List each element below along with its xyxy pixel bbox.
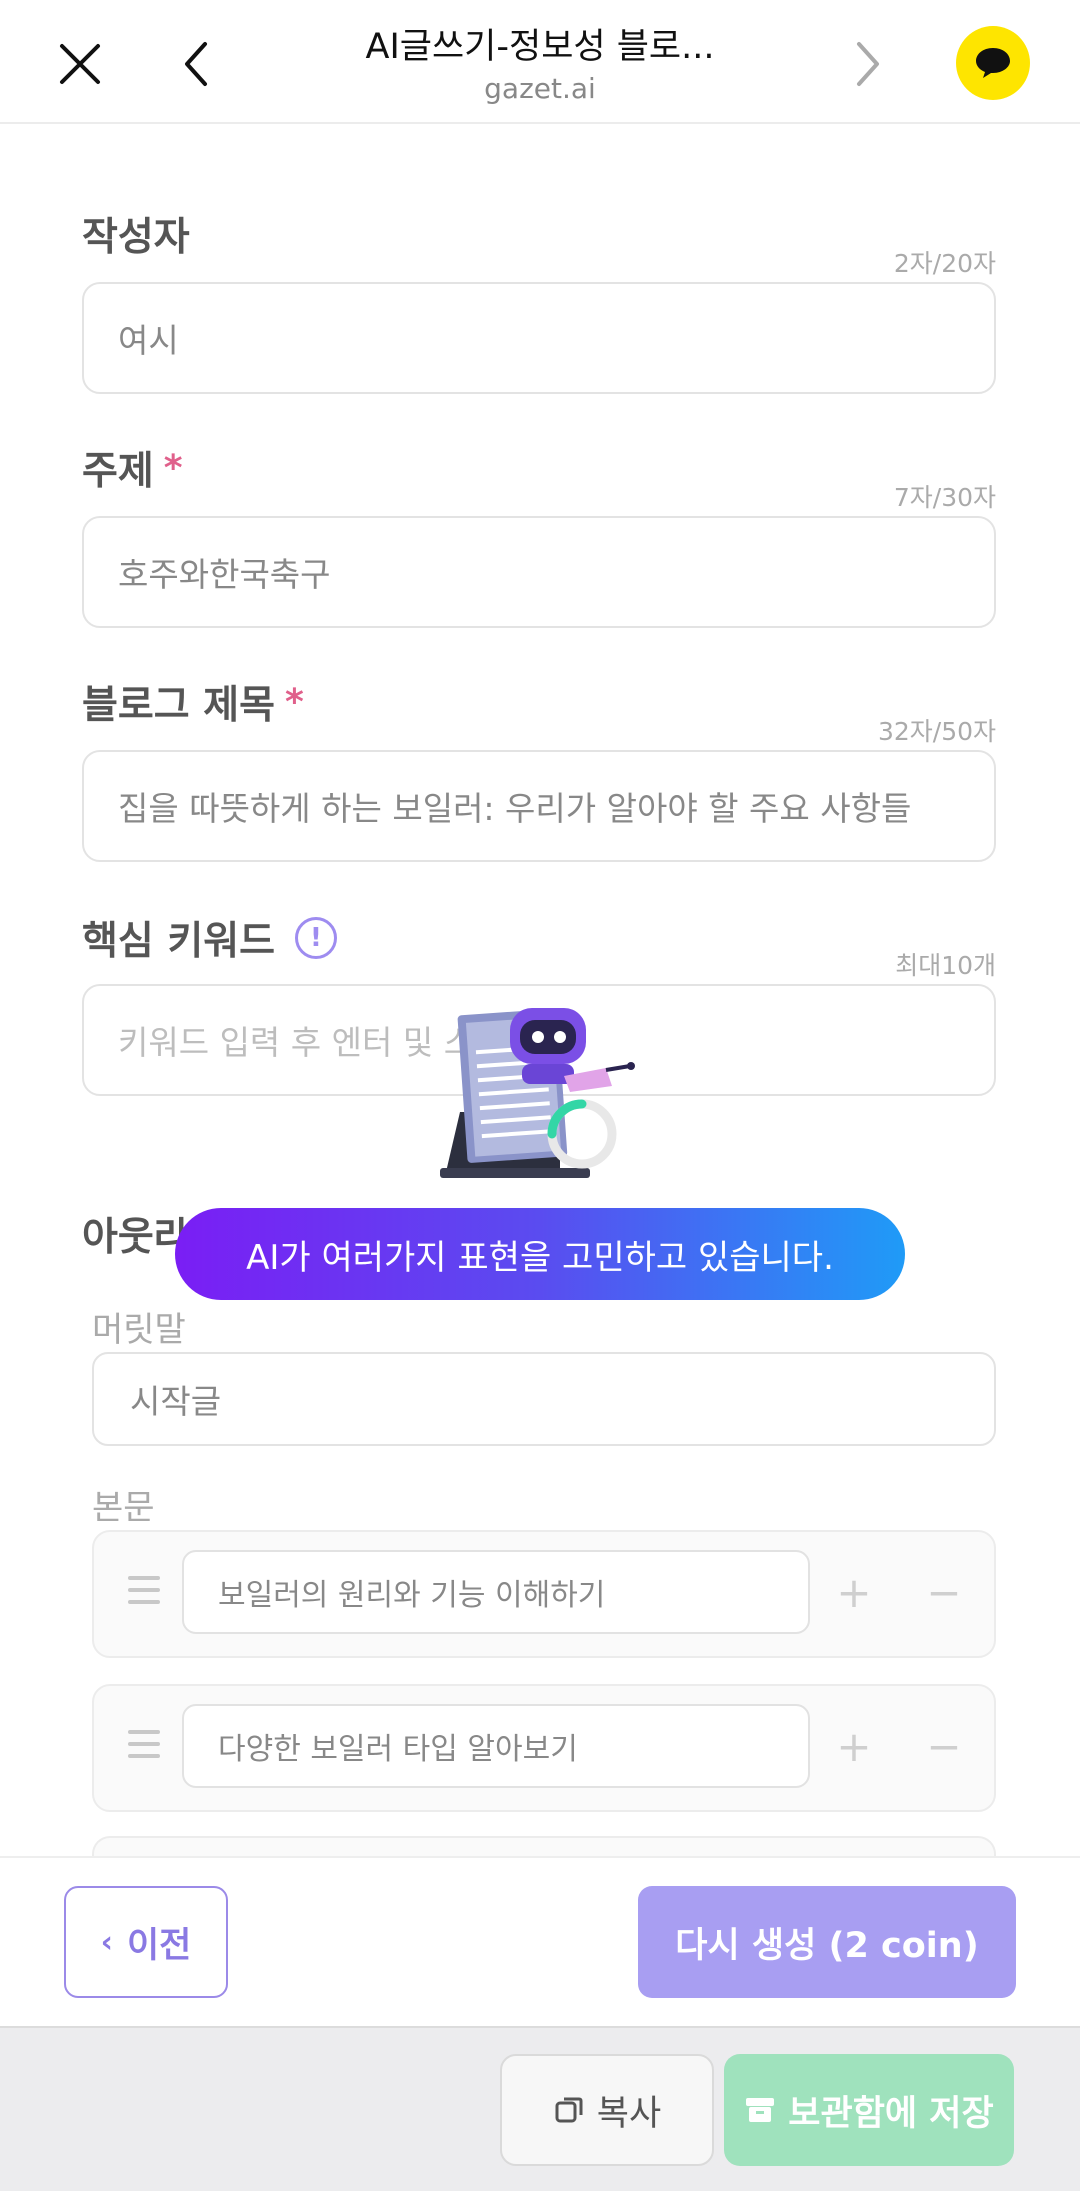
close-button[interactable] bbox=[44, 28, 116, 100]
form-nav-bar: ‹ 이전 다시 생성 (2 coin) bbox=[0, 1856, 1080, 2026]
loading-message: AI가 여러가지 표현을 고민하고 있습니다. bbox=[175, 1208, 905, 1300]
body-item-input[interactable]: 보일러의 원리와 기능 이해하기 bbox=[182, 1550, 810, 1634]
topic-input[interactable]: 호주와한국축구 bbox=[82, 516, 996, 628]
body-item-card: 보일러의 원리와 기능 이해하기 + − bbox=[92, 1530, 996, 1658]
back-button[interactable] bbox=[160, 28, 232, 100]
chevron-left-icon: ‹ bbox=[100, 1924, 113, 1960]
kakao-chat-button[interactable] bbox=[956, 26, 1030, 100]
ai-robot-writing-illustration bbox=[440, 1008, 635, 1178]
add-item-button[interactable]: + bbox=[824, 1562, 884, 1622]
drag-handle-icon[interactable] bbox=[128, 1730, 160, 1758]
browser-title: AI글쓰기-정보성 블로... bbox=[365, 27, 715, 67]
save-button-label: 보관함에 저장 bbox=[788, 2093, 994, 2134]
action-bar: 복사 보관함에 저장 bbox=[0, 2026, 1080, 2191]
browser-url: gazet.ai bbox=[484, 72, 596, 105]
author-input[interactable]: 여시 bbox=[82, 282, 996, 394]
drag-handle-icon[interactable] bbox=[128, 1576, 160, 1604]
body-item-card: 다양한 보일러 타입 알아보기 + − bbox=[92, 1684, 996, 1812]
remove-item-button[interactable]: − bbox=[914, 1716, 974, 1776]
info-icon[interactable]: ! bbox=[294, 917, 337, 959]
prev-button-label: 이전 bbox=[126, 1925, 192, 1966]
required-mark: * bbox=[284, 681, 304, 723]
intro-label: 머릿말 bbox=[92, 1310, 186, 1350]
intro-input[interactable]: 시작글 bbox=[92, 1352, 996, 1446]
regenerate-button[interactable]: 다시 생성 (2 coin) bbox=[638, 1886, 1016, 1998]
keywords-counter: 최대10개 bbox=[895, 951, 996, 980]
required-mark: * bbox=[163, 447, 183, 489]
chat-bubble-icon bbox=[976, 48, 1010, 78]
archive-box-icon bbox=[744, 2094, 776, 2126]
topic-counter: 7자/30자 bbox=[893, 483, 996, 512]
copy-button-label: 복사 bbox=[596, 2093, 662, 2134]
close-icon bbox=[60, 44, 100, 84]
blog-title-label: 블로그 제목 * bbox=[82, 681, 304, 729]
blog-title-input[interactable]: 집을 따뜻하게 하는 보일러: 우리가 알아야 할 주요 사항들 bbox=[82, 750, 996, 862]
keywords-label: 핵심 키워드 ! bbox=[82, 910, 337, 966]
body-label: 본문 bbox=[92, 1488, 155, 1528]
chevron-right-icon bbox=[857, 42, 879, 86]
copy-icon bbox=[553, 2094, 585, 2126]
add-item-button[interactable]: + bbox=[824, 1716, 884, 1776]
topic-label: 주제 * bbox=[82, 447, 183, 495]
prev-button[interactable]: ‹ 이전 bbox=[64, 1886, 228, 1998]
author-counter: 2자/20자 bbox=[893, 249, 996, 278]
forward-button[interactable] bbox=[832, 28, 904, 100]
copy-button[interactable]: 복사 bbox=[500, 2054, 714, 2166]
body-item-input[interactable]: 다양한 보일러 타입 알아보기 bbox=[182, 1704, 810, 1788]
remove-item-button[interactable]: − bbox=[914, 1562, 974, 1622]
chevron-left-icon bbox=[185, 42, 207, 86]
author-label: 작성자 bbox=[82, 215, 190, 260]
browser-top-bar: AI글쓰기-정보성 블로... gazet.ai bbox=[0, 0, 1080, 124]
save-to-archive-button[interactable]: 보관함에 저장 bbox=[724, 2054, 1014, 2166]
blog-title-counter: 32자/50자 bbox=[877, 717, 996, 746]
outline-label: 아웃라 bbox=[82, 1215, 190, 1260]
